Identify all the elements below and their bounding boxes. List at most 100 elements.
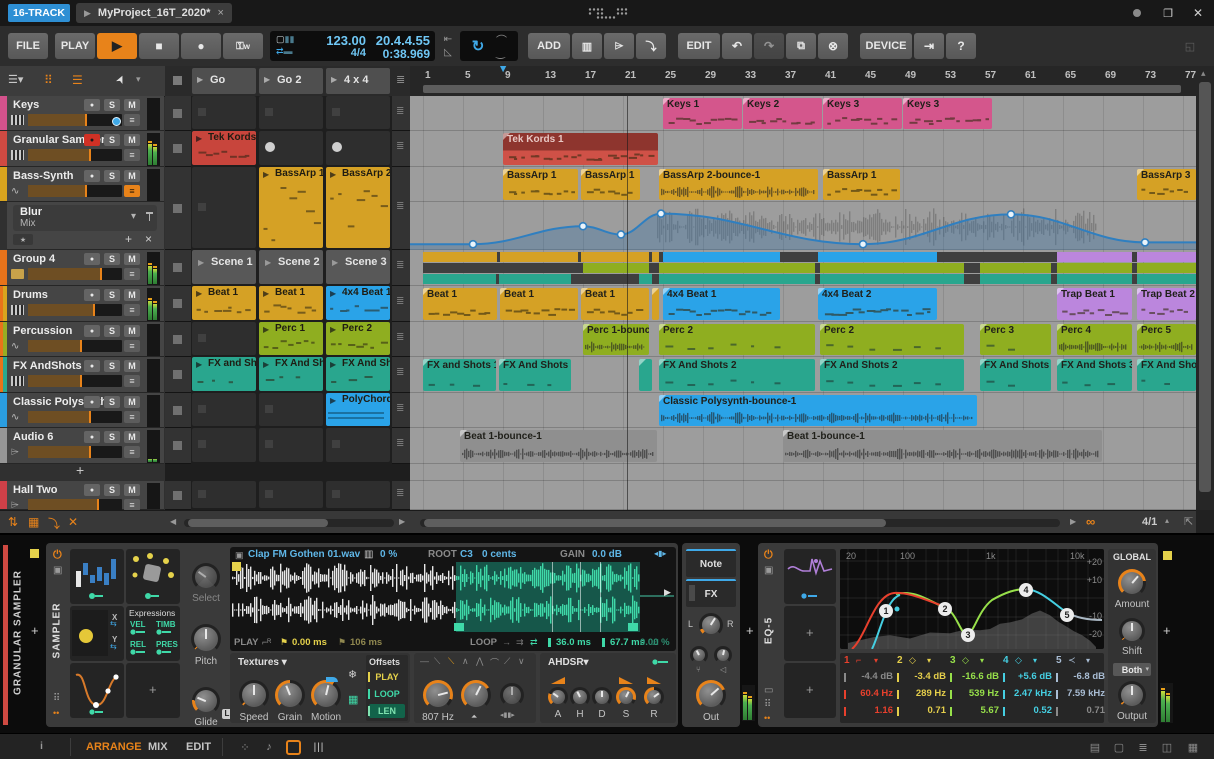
swing-icon[interactable]: ⇄▬ <box>276 46 293 57</box>
clip-slot[interactable] <box>259 481 323 508</box>
arranger-clip[interactable]: Trap Beat 2 <box>1137 288 1196 320</box>
auto-scroll-icon[interactable]: ⤵ <box>48 515 60 532</box>
slot-record-circle[interactable] <box>332 142 342 152</box>
solo-button[interactable]: S <box>104 396 120 408</box>
band-number[interactable]: 2 <box>897 655 903 666</box>
clip-play-icon[interactable]: ▶ <box>330 289 336 298</box>
follow-playback-icon[interactable]: ⇅ <box>8 515 18 529</box>
track-name[interactable]: Group 4 <box>13 253 55 265</box>
sub-scene-name[interactable]: Scene 2 <box>278 256 320 268</box>
expressions-modulator-slot[interactable]: Expressions VEL TIMB REL PRES <box>126 606 180 661</box>
clip-slot[interactable] <box>259 131 323 165</box>
arm-button[interactable]: ● <box>84 360 100 372</box>
mixer-strip-icon[interactable]: ||| <box>310 737 328 757</box>
sub-scene-name[interactable]: Scene 3 <box>345 256 387 268</box>
clear-icon[interactable]: ✕ <box>68 515 78 529</box>
clip-slot[interactable]: ▶ BassArp 1 <box>259 167 323 248</box>
clip-name[interactable]: 4x4 Beat 1 <box>342 287 390 298</box>
scene-more-icon[interactable]: ≣ <box>396 73 405 86</box>
clip-more-cell[interactable]: ≣ <box>392 250 410 286</box>
pre-roll-icon[interactable]: ⇤ <box>440 33 456 46</box>
loop-end-marker[interactable] <box>628 623 638 631</box>
scene-play-icon[interactable]: ▶ <box>197 75 203 84</box>
tool-caret-icon[interactable]: ▾ <box>136 74 141 85</box>
band-caret-icon[interactable]: ▾ <box>874 656 878 665</box>
env-knob-h[interactable] <box>570 687 590 707</box>
arranger-vscrollbar[interactable]: ▴ <box>1196 66 1214 510</box>
clip-play-icon[interactable]: ▶ <box>330 170 336 179</box>
band-caret-icon[interactable]: ▾ <box>1086 656 1090 665</box>
clip-play-icon[interactable]: ▶ <box>263 289 269 298</box>
clip-play-icon[interactable]: ▶ <box>196 289 202 298</box>
clip-slot[interactable] <box>192 96 256 129</box>
redo-button[interactable]: ↷ <box>754 33 784 59</box>
clip-slot[interactable]: ▶ Scene 3 <box>326 250 390 284</box>
grain-knob[interactable] <box>275 680 305 710</box>
device-power-icon[interactable]: ⏻ <box>53 549 62 562</box>
volume-fader[interactable] <box>28 375 122 387</box>
keytrack-icon[interactable]: ▥ <box>364 549 373 560</box>
arm-button[interactable]: ● <box>84 134 100 146</box>
track-row[interactable]: Hall Two ● S M ⌲ ≡ <box>0 481 164 511</box>
clip-name[interactable]: FX and Sho... <box>208 358 256 369</box>
tune-value[interactable]: 0 cents <box>482 549 516 560</box>
clip-slot[interactable]: ▶ Scene 2 <box>259 250 323 284</box>
root-note-value[interactable]: C3 <box>460 549 473 560</box>
clip-more-cell[interactable]: ≣ <box>392 131 410 167</box>
track-list-menu-icon[interactable]: ☰▾ <box>8 73 23 86</box>
arranger-clip[interactable]: Beat 1 <box>500 288 578 320</box>
clip-slot[interactable] <box>326 96 390 129</box>
band-value[interactable]: 0.52 <box>1008 705 1053 716</box>
preview-play-icon[interactable]: ▶ <box>664 587 671 598</box>
mute-button[interactable]: M <box>124 170 140 182</box>
track-row[interactable]: Keys ● S M ≡ <box>0 96 164 131</box>
clip-name[interactable]: Perc 1 <box>275 323 305 334</box>
project-tab-title[interactable]: MyProject_16T_2020* <box>98 7 211 19</box>
mute-button[interactable]: M <box>124 396 140 408</box>
clip-name[interactable]: BassArp 1 <box>275 168 323 179</box>
window-restore-button[interactable]: ❐ <box>1158 4 1178 22</box>
track-row[interactable]: Group 4 ● S M ≡ <box>0 250 164 286</box>
arranger-clip[interactable]: Tek Kords 1 <box>503 133 658 165</box>
clip-name[interactable]: FX And Sho... <box>275 358 323 369</box>
piano-panel-icon[interactable]: ▦ <box>1184 737 1202 757</box>
band-number[interactable]: 4 <box>1003 655 1009 666</box>
arm-button[interactable]: ● <box>84 253 100 265</box>
insert-device-button[interactable]: ⇥ <box>914 33 944 59</box>
clip-more-cell[interactable]: ≣ <box>392 428 410 464</box>
clip-stop-cell[interactable] <box>165 322 191 357</box>
arm-button[interactable]: ● <box>84 431 100 443</box>
clip-slot[interactable]: ▶ FX And Sho <box>326 357 390 391</box>
track-name[interactable]: Drums <box>13 289 48 301</box>
track-name[interactable]: Keys <box>13 99 39 111</box>
arranger-clip[interactable]: Beat 1-bounce-1 <box>783 430 1102 462</box>
launcher-scroll-left-icon[interactable]: ◀ <box>170 517 176 526</box>
solo-button[interactable]: S <box>104 134 120 146</box>
duplicate-button[interactable]: ⧉ <box>786 33 816 59</box>
track-name[interactable]: Audio 6 <box>13 431 53 443</box>
offset-item-play[interactable]: PLAY <box>368 670 405 684</box>
band-value[interactable]: -4.4 dB <box>849 671 893 682</box>
band-value[interactable]: 0.71 <box>902 705 947 716</box>
volume-fader[interactable] <box>28 340 122 352</box>
clip-name[interactable]: Beat 1 <box>208 287 238 298</box>
env-knob-s[interactable] <box>616 687 636 707</box>
delete-button[interactable]: ⊗ <box>818 33 848 59</box>
toolbar-collapse-icon[interactable]: ◱ <box>1180 36 1200 56</box>
zoom-strip[interactable] <box>423 85 1181 93</box>
vscroll-thumb[interactable] <box>1199 82 1211 492</box>
arranger-clip[interactable]: 4x4 Beat 1 <box>663 288 780 320</box>
loop-toggle-icon[interactable]: ↻ <box>466 35 490 57</box>
band-number[interactable]: 3 <box>950 655 956 666</box>
sample-start-value[interactable]: 0.00 ms <box>292 637 327 648</box>
device-preset-icon[interactable]: ▣ <box>53 565 62 576</box>
clip-play-icon[interactable]: ▶ <box>196 360 202 369</box>
preset-star-button[interactable]: ★ <box>13 234 33 245</box>
chain-add-icon-3[interactable]: + <box>1163 623 1171 638</box>
arranger-hscroll-thumb[interactable] <box>424 519 886 527</box>
filter-freq-knob[interactable] <box>423 680 453 710</box>
select-knob[interactable] <box>192 563 220 591</box>
arranger-clip[interactable]: Beat 1 <box>423 288 497 320</box>
device-grid-icon[interactable]: ⠿ <box>53 693 60 704</box>
reverse-icon[interactable]: ⌐ᴿ <box>262 637 271 647</box>
